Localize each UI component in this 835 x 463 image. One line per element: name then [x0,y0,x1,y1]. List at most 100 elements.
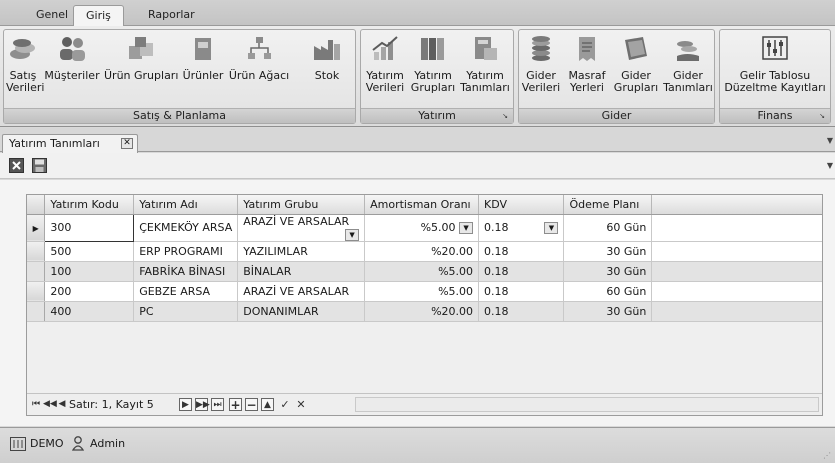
cell-name[interactable]: ERP PROGRAMI [133,241,239,262]
cell-kdv[interactable]: 0.18 [478,261,565,282]
row-indicator[interactable] [27,281,46,302]
cell-plan[interactable]: 60 Gün [563,214,653,242]
tab-investment-definitions[interactable]: Yatırım Tanımları ✕ [2,134,138,153]
col-header-group[interactable]: Yatırım Grubu [237,195,366,215]
header-row: Yatırım Kodu Yatırım Adı Yatırım Grubu A… [27,195,822,215]
cell-filler [651,241,822,262]
customers-label: Müşteriler [44,69,100,82]
group-dropdown-icon[interactable]: ▼ [345,228,360,241]
expense-groups-button[interactable]: Gider Grupları [613,34,659,94]
expense-data-label-2: Verileri [521,81,561,94]
cost-centers-button[interactable]: Masraf Yerleri [565,34,609,94]
cell-kdv[interactable]: 0.18 [478,241,565,262]
table-row[interactable]: 400 PC DONANIMLAR %20.00 0.18 30 Gün [27,301,822,322]
income-statement-adjustments-button[interactable]: Gelir Tablosu Düzeltme Kayıtları [722,34,828,94]
cell-code[interactable]: 200 [44,281,135,302]
tab-giris[interactable]: Giriş [73,5,124,27]
investment-data-button[interactable]: Yatırım Verileri [363,34,407,94]
expense-definitions-button[interactable]: Gider Tanımları [663,34,713,94]
finance-group-launcher-icon[interactable]: ↘ [817,111,827,121]
cell-rate[interactable]: %5.00 [364,261,480,282]
tab-scroll-down-icon[interactable]: ▼ [827,136,833,145]
tab-close-icon[interactable]: ✕ [121,138,133,149]
row-indicator[interactable] [27,241,46,262]
delete-record-icon[interactable]: − [245,398,258,412]
cell-group[interactable]: BİNALAR [237,261,366,282]
cell-name[interactable]: PC [133,301,239,322]
col-header-plan[interactable]: Ödeme Planı [563,195,653,215]
form-toolbar: ▼ [0,153,835,179]
cell-group-value: ARAZİ VE ARSALAR [243,214,350,228]
toolbar-overflow-icon[interactable]: ▼ [827,161,833,170]
cell-filler [651,261,822,282]
cell-rate[interactable]: %5.00 [364,281,480,302]
tab-genel[interactable]: Genel [24,5,80,26]
cell-rate[interactable]: %20.00 [364,301,480,322]
next-page-icon[interactable]: ▶▶ [195,398,210,411]
resize-grip-icon[interactable]: ⋰ [823,451,831,460]
horizontal-scrollbar[interactable] [355,397,819,412]
previous-record-icon[interactable]: ◀ [57,398,67,411]
stock-button[interactable]: Stok [304,34,350,82]
cell-code[interactable]: 500 [44,241,135,262]
cell-group[interactable]: YAZILIMLAR [237,241,366,262]
col-header-name[interactable]: Yatırım Adı [133,195,239,215]
cell-group[interactable]: ARAZİ VE ARSALAR [237,281,366,302]
close-form-icon[interactable] [9,158,24,173]
last-record-icon[interactable]: ⏭ [211,398,224,411]
cell-kdv[interactable]: 0.18 ▼ [478,214,565,242]
sales-data-button[interactable]: Satış Verileri [6,34,44,94]
document-tab-strip: Yatırım Tanımları ✕ ▼ [0,128,835,153]
boxes-icon [129,37,153,59]
table-row[interactable]: ▶ 300 ÇEKMEKÖY ARSA ARAZİ VE ARSALAR ▼ %5… [27,213,822,242]
save-icon[interactable] [32,158,47,173]
table-row[interactable]: 200 GEBZE ARSA ARAZİ VE ARSALAR %5.00 0.… [27,281,822,302]
add-record-icon[interactable]: + [229,398,242,412]
cell-code[interactable]: 100 [44,261,135,282]
row-indicator[interactable] [27,301,46,322]
ribbon-tab-bar: Genel Giriş Raporlar [0,0,835,27]
previous-page-icon[interactable]: ◀◀ [43,398,57,411]
cell-kdv[interactable]: 0.18 [478,301,565,322]
cell-kdv[interactable]: 0.18 [478,281,565,302]
tab-raporlar[interactable]: Raporlar [136,5,207,26]
col-header-code[interactable]: Yatırım Kodu [44,195,135,215]
cell-name[interactable]: FABRİKA BİNASI [133,261,239,282]
products-button[interactable]: Ürünler [180,34,226,82]
cell-rate[interactable]: %5.00 ▼ [364,214,480,242]
cell-plan[interactable]: 30 Gün [563,301,653,322]
cell-code[interactable]: 400 [44,301,135,322]
record-status-text: Satır: 1, Kayıt 5 [69,398,154,411]
col-header-rate[interactable]: Amortisman Oranı [364,195,480,215]
cell-plan[interactable]: 60 Gün [563,281,653,302]
table-row[interactable]: 100 FABRİKA BİNASI BİNALAR %5.00 0.18 30… [27,261,822,282]
cancel-edit-icon[interactable]: ✕ [295,398,307,411]
product-box-icon [195,38,211,60]
investment-groups-button[interactable]: Yatırım Grupları [409,34,457,94]
table-row[interactable]: 500 ERP PROGRAMI YAZILIMLAR %20.00 0.18 … [27,241,822,262]
investment-definitions-button[interactable]: Yatırım Tanımları [459,34,511,94]
investment-table: Yatırım Kodu Yatırım Adı Yatırım Grubu A… [27,195,822,322]
cell-name[interactable]: GEBZE ARSA [133,281,239,302]
expense-data-button[interactable]: Gider Verileri [521,34,561,94]
post-edit-icon[interactable]: ✓ [279,398,291,411]
investment-group-launcher-icon[interactable]: ↘ [500,111,510,121]
kdv-dropdown-icon[interactable]: ▼ [544,222,559,234]
first-record-icon[interactable]: ⏮ [31,398,41,411]
col-header-kdv[interactable]: KDV [478,195,565,215]
row-indicator-current[interactable]: ▶ [27,214,46,242]
edit-record-icon[interactable]: ▲ [261,398,274,411]
customers-button[interactable]: Müşteriler [42,34,102,82]
rate-dropdown-icon[interactable]: ▼ [459,222,474,235]
product-groups-button[interactable]: Ürün Grupları [104,34,178,82]
next-record-icon[interactable]: ▶ [179,398,192,411]
product-tree-button[interactable]: Ürün Ağacı [228,34,290,82]
cell-code[interactable]: 300 [44,213,135,242]
cell-plan[interactable]: 30 Gün [563,241,653,262]
cell-group[interactable]: DONANIMLAR [237,301,366,322]
cell-plan[interactable]: 30 Gün [563,261,653,282]
row-indicator[interactable] [27,261,46,282]
cell-group[interactable]: ARAZİ VE ARSALAR ▼ [237,214,366,242]
cell-name[interactable]: ÇEKMEKÖY ARSA [133,214,239,242]
cell-rate[interactable]: %20.00 [364,241,480,262]
